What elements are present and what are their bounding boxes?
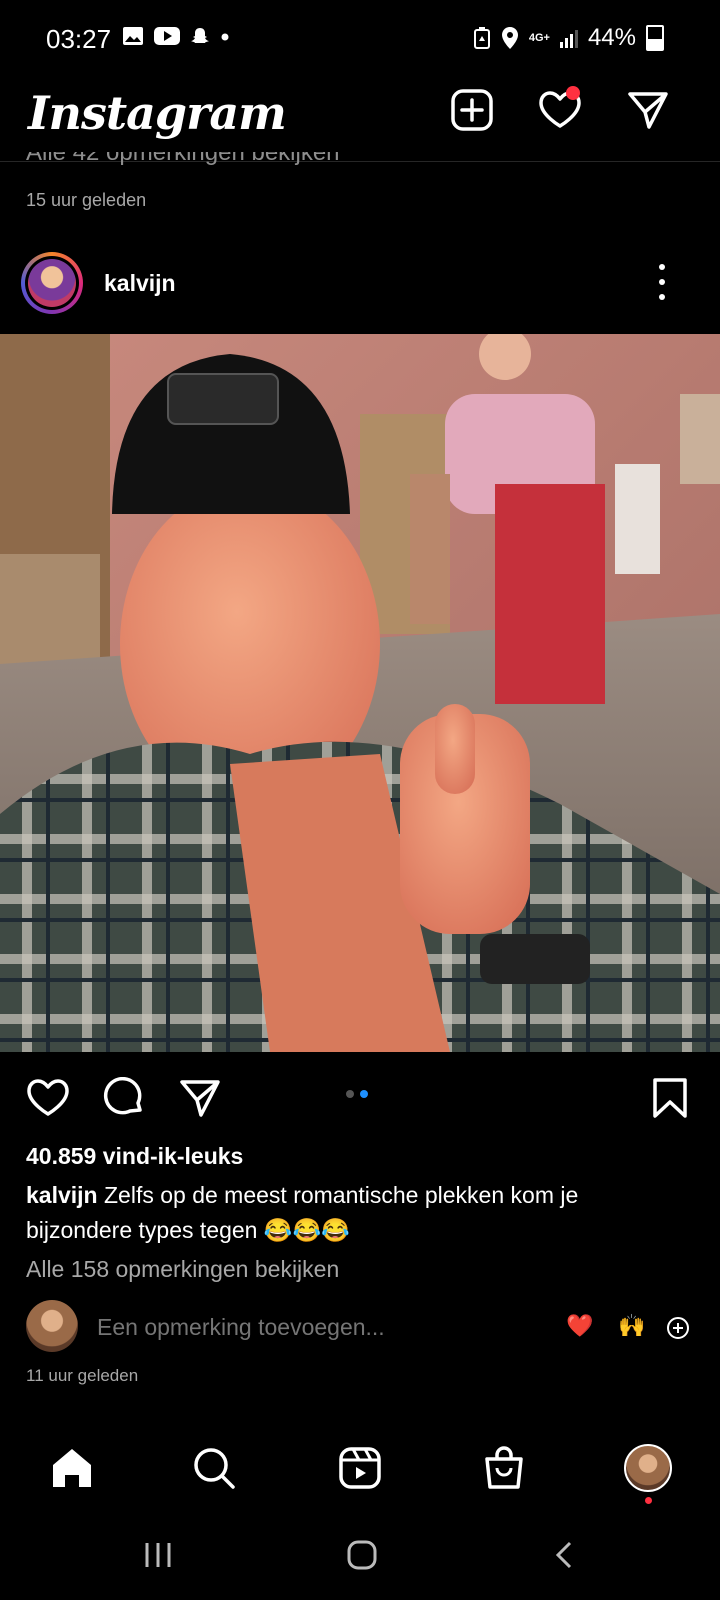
previous-view-comments[interactable]: Alle 42 opmerkingen bekijken — [26, 152, 340, 174]
previous-time-ago: 15 uur geleden — [26, 190, 147, 210]
more-icon — [659, 264, 665, 270]
direct-message-icon — [628, 92, 668, 129]
avatar — [28, 259, 76, 307]
quick-reaction-raised-hands[interactable]: 🙌 — [618, 1313, 645, 1339]
notification-dot — [566, 86, 580, 100]
comment-input[interactable] — [97, 1314, 517, 1341]
new-post-icon — [451, 89, 493, 131]
like-button[interactable] — [24, 1074, 72, 1122]
new-post-button[interactable] — [448, 86, 496, 134]
back-chevron-icon — [555, 1541, 572, 1569]
home-circle-icon — [347, 1540, 377, 1570]
post-time-ago: 11 uur geleden — [26, 1366, 139, 1385]
comment-icon — [103, 1077, 142, 1115]
home-system-button[interactable] — [332, 1530, 392, 1580]
carousel-dot — [346, 1090, 354, 1098]
heart-icon — [27, 1079, 69, 1116]
location-icon — [501, 27, 518, 49]
quick-reaction-heart[interactable]: ❤️ — [566, 1313, 593, 1339]
post-image[interactable] — [0, 334, 720, 1052]
more-options-button[interactable] — [650, 264, 674, 300]
post-author-avatar[interactable] — [21, 252, 83, 314]
back-button[interactable] — [534, 1530, 594, 1580]
caption-text: Zelfs op de meest romantische plekken ko… — [26, 1182, 579, 1243]
battery-saver-icon — [473, 27, 490, 49]
caption-username[interactable]: kalvijn — [26, 1182, 98, 1208]
nav-shop[interactable] — [476, 1440, 532, 1496]
activity-button[interactable] — [536, 86, 584, 134]
instagram-logo[interactable]: Instagram — [28, 86, 287, 140]
nav-profile[interactable] — [620, 1440, 676, 1496]
youtube-icon — [154, 27, 180, 45]
status-icons-left — [122, 26, 230, 46]
shop-icon — [485, 1446, 523, 1489]
share-button[interactable] — [176, 1074, 224, 1122]
battery-percent: 44% — [587, 24, 636, 51]
battery-icon — [646, 25, 664, 51]
signal-icon — [559, 30, 578, 48]
home-icon — [53, 1449, 91, 1487]
recent-apps-icon — [145, 1543, 171, 1567]
reels-icon — [339, 1447, 381, 1489]
current-user-avatar — [26, 1300, 78, 1352]
carousel-indicator — [346, 1090, 368, 1098]
profile-notification-dot — [645, 1497, 652, 1504]
like-count[interactable]: 40.859 vind-ik-leuks — [26, 1143, 243, 1170]
nav-reels[interactable] — [332, 1440, 388, 1496]
nav-home[interactable] — [44, 1440, 100, 1496]
status-icons-right: 4G+ 44% — [473, 24, 664, 52]
post-caption: kalvijn Zelfs op de meest romantische pl… — [26, 1178, 686, 1248]
status-time: 03:27 — [46, 24, 112, 54]
snapchat-icon — [191, 28, 209, 43]
view-all-comments[interactable]: Alle 158 opmerkingen bekijken — [26, 1256, 339, 1283]
more-reactions-button[interactable] — [666, 1316, 690, 1345]
share-icon — [180, 1080, 220, 1117]
carousel-dot-active — [360, 1090, 368, 1098]
comment-button[interactable] — [100, 1074, 148, 1122]
post-photo — [0, 334, 720, 1052]
add-circle-icon — [667, 1317, 689, 1339]
profile-avatar — [624, 1444, 672, 1492]
post-username[interactable]: kalvijn — [104, 270, 176, 297]
save-button[interactable] — [646, 1074, 694, 1122]
dot-icon — [221, 33, 229, 41]
recent-apps-button[interactable] — [128, 1530, 188, 1580]
direct-messages-button[interactable] — [624, 86, 672, 134]
bookmark-icon — [653, 1078, 687, 1118]
search-icon — [194, 1448, 235, 1489]
nav-search[interactable] — [186, 1440, 242, 1496]
image-icon — [123, 27, 143, 45]
network-type: 4G+ — [528, 32, 550, 44]
